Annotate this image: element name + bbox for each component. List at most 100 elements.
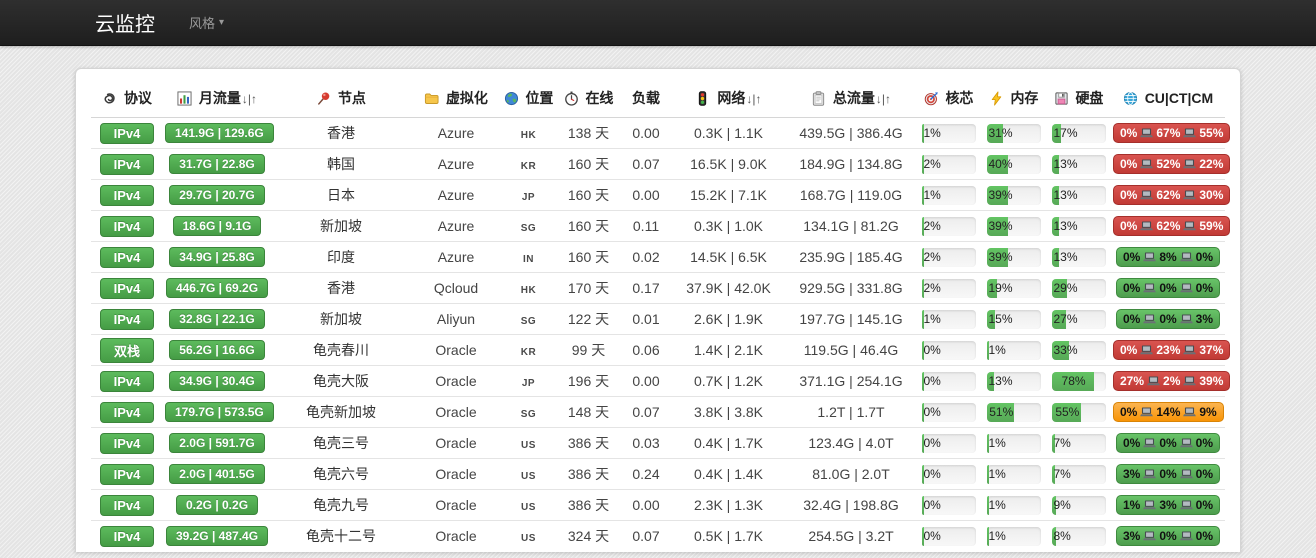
node-name: 香港 (327, 125, 355, 141)
protocol-badge: IPv4 (100, 371, 154, 392)
location-code: KR (521, 347, 536, 358)
isp-usage-badge: 0% 67% 55% (1113, 123, 1230, 143)
col-header-online: 在线 (556, 75, 621, 118)
style-menu-label: 风格 (189, 13, 215, 32)
cm-usage: 3% (1196, 312, 1213, 326)
laptop-icon (1180, 531, 1193, 541)
ct-usage: 3% (1159, 498, 1176, 512)
col-header-monthly-traffic[interactable]: 月流量↓|↑ (163, 75, 271, 118)
location-code: SG (521, 409, 536, 420)
laptop-icon (1140, 190, 1153, 200)
core-usage-bar: 2% (922, 248, 976, 267)
network-speed: 3.8K | 3.8K (694, 404, 763, 420)
location-code: JP (522, 378, 535, 389)
disk-usage-bar: 27% (1052, 310, 1106, 329)
load-value: 0.07 (632, 528, 659, 544)
virtualization-value: Oracle (435, 466, 476, 482)
disk-usage-bar: 7% (1052, 434, 1106, 453)
monthly-traffic-badge: 141.9G | 129.6G (165, 123, 274, 143)
col-header-network[interactable]: 网络↓|↑ (671, 75, 786, 118)
ct-usage: 0% (1159, 436, 1176, 450)
node-name: 印度 (327, 249, 355, 265)
memory-usage-bar: 51% (987, 403, 1041, 422)
laptop-icon (1140, 159, 1153, 169)
core-usage-bar: 0% (922, 403, 976, 422)
core-usage-bar: 0% (922, 496, 976, 515)
protocol-badge: IPv4 (100, 123, 154, 144)
disk-usage-bar: 33% (1052, 341, 1106, 360)
node-name: 龟壳六号 (313, 466, 369, 482)
laptop-icon (1143, 283, 1156, 293)
memory-usage-bar: 39% (987, 186, 1041, 205)
ct-usage: 23% (1156, 343, 1180, 357)
network-speed: 0.3K | 1.0K (694, 218, 763, 234)
server-row: IPv4 179.7G | 573.5G 龟壳新加坡 Oracle SG 148… (91, 397, 1225, 428)
location-code: US (521, 471, 536, 482)
protocol-badge: IPv4 (100, 247, 154, 268)
online-days: 148 天 (568, 404, 609, 420)
col-header-core: 核芯 (916, 75, 981, 118)
app-brand[interactable]: 云监控 (75, 8, 175, 37)
total-traffic-value: 929.5G | 331.8G (799, 280, 902, 296)
content-card: 协议 月流量↓|↑ 节点 虚拟化 位置 在线 负载 (75, 68, 1241, 552)
virtualization-value: Azure (438, 249, 475, 265)
server-row: IPv4 446.7G | 69.2G 香港 Qcloud HK 170 天 0… (91, 273, 1225, 304)
monthly-traffic-badge: 31.7G | 22.8G (169, 154, 264, 174)
dart-icon (924, 91, 939, 106)
globe-grid-icon (1123, 91, 1138, 106)
virtualization-value: Oracle (435, 435, 476, 451)
online-days: 138 天 (568, 125, 609, 141)
cu-usage: 3% (1123, 529, 1140, 543)
monthly-traffic-badge: 39.2G | 487.4G (166, 526, 268, 546)
total-traffic-value: 197.7G | 145.1G (799, 311, 902, 327)
protocol-badge: IPv4 (100, 402, 154, 423)
server-row: IPv4 31.7G | 22.8G 韩国 Azure KR 160 天 0.0… (91, 149, 1225, 180)
core-usage-bar: 0% (922, 372, 976, 391)
sort-indicator[interactable]: ↓|↑ (746, 92, 761, 106)
ct-usage: 0% (1159, 467, 1176, 481)
laptop-icon (1183, 345, 1196, 355)
traffic-light-icon (695, 91, 710, 106)
monthly-traffic-badge: 2.0G | 401.5G (169, 464, 264, 484)
load-value: 0.00 (632, 125, 659, 141)
col-header-total-traffic[interactable]: 总流量↓|↑ (786, 75, 916, 118)
online-days: 386 天 (568, 497, 609, 513)
isp-usage-badge: 0% 0% 3% (1116, 309, 1220, 329)
protocol-badge: IPv4 (100, 216, 154, 237)
ct-usage: 8% (1159, 250, 1176, 264)
laptop-icon (1180, 500, 1193, 510)
node-name: 新加坡 (320, 311, 362, 327)
disk-usage-bar: 29% (1052, 279, 1106, 298)
monthly-traffic-badge: 29.7G | 20.7G (169, 185, 264, 205)
online-days: 122 天 (568, 311, 609, 327)
style-menu[interactable]: 风格 ▾ (189, 13, 224, 32)
isp-usage-badge: 0% 62% 30% (1113, 185, 1230, 205)
server-row: IPv4 32.8G | 22.1G 新加坡 Aliyun SG 122 天 0… (91, 304, 1225, 335)
location-code: SG (521, 223, 536, 234)
ct-usage: 62% (1156, 188, 1180, 202)
ct-usage: 0% (1159, 281, 1176, 295)
cm-usage: 0% (1196, 281, 1213, 295)
location-code: SG (521, 316, 536, 327)
globe-icon (504, 91, 519, 106)
total-traffic-value: 119.5G | 46.4G (804, 342, 898, 358)
memory-usage-bar: 1% (987, 527, 1041, 546)
node-name: 龟壳新加坡 (306, 404, 376, 420)
server-row: IPv4 29.7G | 20.7G 日本 Azure JP 160 天 0.0… (91, 180, 1225, 211)
monthly-traffic-badge: 32.8G | 22.1G (169, 309, 264, 329)
lightning-icon (989, 91, 1004, 106)
cu-usage: 0% (1120, 219, 1137, 233)
laptop-icon (1180, 252, 1193, 262)
laptop-icon (1140, 345, 1153, 355)
cu-usage: 0% (1123, 250, 1140, 264)
laptop-icon (1143, 252, 1156, 262)
protocol-badge: IPv4 (100, 154, 154, 175)
laptop-icon (1180, 314, 1193, 324)
core-usage-bar: 2% (922, 217, 976, 236)
sort-indicator[interactable]: ↓|↑ (876, 92, 891, 106)
col-header-protocol: 协议 (91, 75, 163, 118)
sort-indicator[interactable]: ↓|↑ (242, 92, 257, 106)
load-value: 0.24 (632, 466, 659, 482)
isp-usage-badge: 0% 23% 37% (1113, 340, 1230, 360)
clock-icon (564, 91, 579, 106)
